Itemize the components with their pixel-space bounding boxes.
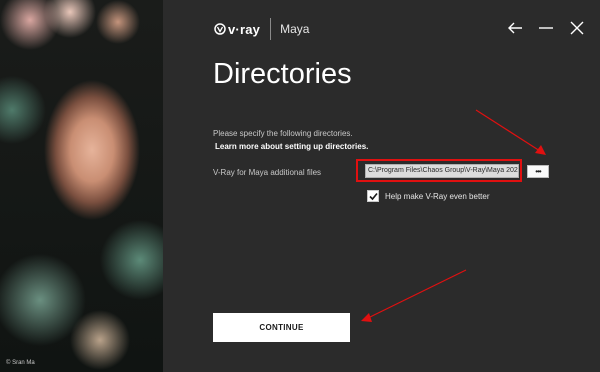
browse-button[interactable]: ••• bbox=[527, 165, 549, 178]
close-icon bbox=[570, 21, 584, 35]
vray-brand-text: v·ray bbox=[228, 21, 261, 37]
instructions-text: Please specify the following directories… bbox=[213, 129, 353, 138]
minimize-button[interactable] bbox=[537, 19, 555, 37]
close-button[interactable] bbox=[568, 19, 586, 37]
help-improve-label: Help make V-Ray even better bbox=[385, 192, 490, 201]
image-credit: © Sran Ma bbox=[6, 360, 35, 366]
additional-files-label: V-Ray for Maya additional files bbox=[213, 168, 322, 177]
learn-more-link[interactable]: Learn more about setting up directories. bbox=[215, 142, 368, 151]
browse-button-label: ••• bbox=[535, 167, 541, 176]
vray-maya-logo: v·ray Maya bbox=[214, 18, 309, 40]
page-title: Directories bbox=[213, 58, 352, 90]
additional-files-path-input[interactable]: C:\Program Files\Chaos Group\V-Ray\Maya … bbox=[365, 164, 519, 178]
continue-button[interactable]: CONTINUE bbox=[213, 313, 350, 342]
product-name: Maya bbox=[280, 22, 310, 36]
minimize-icon bbox=[539, 27, 553, 29]
back-button[interactable] bbox=[506, 19, 524, 37]
hero-image: © Sran Ma bbox=[0, 0, 163, 372]
vray-logo-icon bbox=[214, 23, 226, 35]
window-controls bbox=[506, 19, 586, 37]
annotation-arrow-bottom bbox=[361, 269, 467, 322]
logo-divider bbox=[270, 18, 272, 40]
annotation-arrow-top bbox=[475, 109, 546, 155]
checkmark-icon bbox=[368, 192, 378, 200]
help-improve-checkbox[interactable] bbox=[367, 190, 379, 202]
arrow-left-icon bbox=[508, 22, 522, 34]
vray-logo: v·ray bbox=[214, 22, 260, 37]
